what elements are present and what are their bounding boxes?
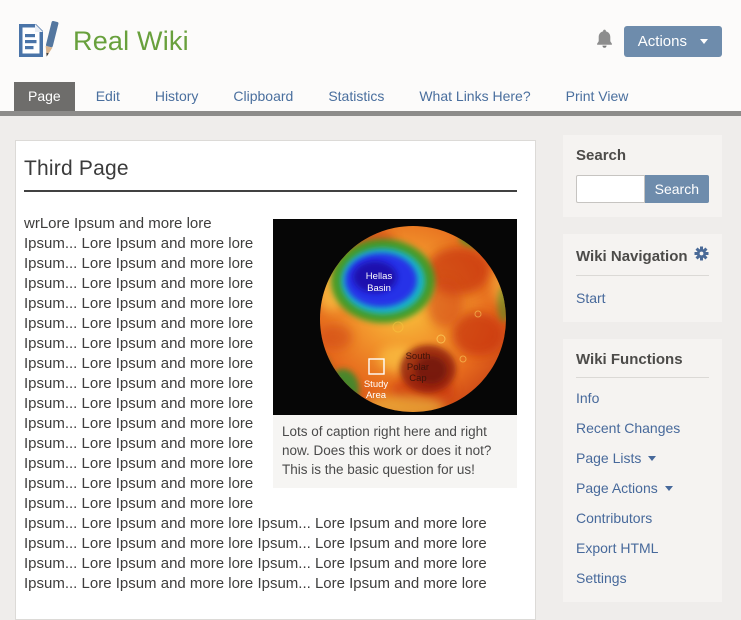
wiki-functions-links: Info Recent Changes Page Lists Page Acti… bbox=[576, 390, 709, 588]
sidebar-function-link-label: Export HTML bbox=[576, 540, 658, 556]
sidebar-function-link[interactable]: Settings bbox=[576, 570, 627, 586]
tab-bar: Page Edit History Clipboard Statistics W… bbox=[0, 82, 741, 111]
sidebar-function-link-label: Page Actions bbox=[576, 480, 658, 496]
article-text-line: Ipsum... Lore Ipsum and more lore bbox=[24, 234, 273, 254]
sidebar-nav-link[interactable]: Start bbox=[576, 290, 606, 306]
article-text-line: Ipsum... Lore Ipsum and more lore bbox=[24, 274, 273, 294]
gear-icon[interactable] bbox=[694, 246, 709, 266]
app-header: Real Wiki Actions bbox=[0, 0, 741, 82]
sidebar-function-link[interactable]: Page Lists bbox=[576, 450, 656, 466]
sidebar: Search Search Wiki Navigation bbox=[563, 135, 722, 619]
chevron-down-icon bbox=[700, 39, 708, 44]
article-text-line: Ipsum... Lore Ipsum and more lore Ipsum.… bbox=[24, 554, 517, 574]
panel-divider bbox=[576, 275, 709, 276]
search-panel-title: Search bbox=[576, 147, 709, 164]
sidebar-function-link[interactable]: Recent Changes bbox=[576, 420, 680, 436]
article-text-line: Ipsum... Lore Ipsum and more lore bbox=[24, 454, 273, 474]
search-button[interactable]: Search bbox=[645, 175, 709, 203]
actions-button[interactable]: Actions bbox=[624, 26, 722, 57]
figure-caption: Lots of caption right here and right now… bbox=[273, 415, 517, 488]
sidebar-function-link-label: Info bbox=[576, 390, 599, 406]
study-area-label-line1: Study bbox=[364, 379, 389, 390]
study-area-label-line2: Area bbox=[366, 390, 387, 401]
article-text-line: Ipsum... Lore Ipsum and more lore bbox=[24, 294, 273, 314]
article-text-column: wrLore Ipsum and more lore Ipsum... Lore… bbox=[24, 214, 273, 514]
tab-clipboard[interactable]: Clipboard bbox=[219, 82, 307, 111]
mars-topography-image: Hellas Basin South Polar Cap Study Area bbox=[273, 219, 517, 415]
mars-figure: Hellas Basin South Polar Cap Study Area … bbox=[273, 219, 517, 514]
wiki-functions-title: Wiki Functions bbox=[576, 351, 683, 368]
tab-page[interactable]: Page bbox=[14, 82, 75, 111]
wiki-functions-panel: Wiki Functions Info Recent Changes Page … bbox=[563, 339, 722, 602]
article-text-line: Ipsum... Lore Ipsum and more lore Ipsum.… bbox=[24, 514, 517, 534]
chevron-down-icon bbox=[648, 456, 656, 461]
search-input[interactable] bbox=[576, 175, 645, 203]
page-title: Third Page bbox=[24, 157, 517, 192]
tab-history[interactable]: History bbox=[141, 82, 213, 111]
sidebar-function-link[interactable]: Contributors bbox=[576, 510, 652, 526]
sidebar-function-link-label: Contributors bbox=[576, 510, 652, 526]
panel-divider bbox=[576, 377, 709, 378]
article-text-full-width: Ipsum... Lore Ipsum and more lore Ipsum.… bbox=[24, 514, 517, 594]
article-text-line: Ipsum... Lore Ipsum and more lore bbox=[24, 494, 273, 514]
notifications-bell-icon[interactable] bbox=[595, 28, 614, 54]
search-panel: Search Search bbox=[563, 135, 722, 217]
sidebar-function-link[interactable]: Export HTML bbox=[576, 540, 658, 556]
tab-what-links-here[interactable]: What Links Here? bbox=[405, 82, 544, 111]
article-text-line: Ipsum... Lore Ipsum and more lore bbox=[24, 334, 273, 354]
article-text-line: Ipsum... Lore Ipsum and more lore bbox=[24, 394, 273, 414]
hellas-basin-label-line1: Hellas bbox=[366, 271, 393, 282]
wiki-document-pencil-icon bbox=[14, 17, 60, 66]
wiki-navigation-panel: Wiki Navigation bbox=[563, 234, 722, 322]
article-text-line: Ipsum... Lore Ipsum and more lore bbox=[24, 314, 273, 334]
hellas-basin-label-line2: Basin bbox=[367, 283, 391, 294]
article-text-line: wrLore Ipsum and more lore bbox=[24, 214, 273, 234]
article-text-line: Ipsum... Lore Ipsum and more lore bbox=[24, 434, 273, 454]
article-text-line: Ipsum... Lore Ipsum and more lore Ipsum.… bbox=[24, 574, 517, 594]
article-text-line: Ipsum... Lore Ipsum and more lore bbox=[24, 354, 273, 374]
sidebar-function-link[interactable]: Page Actions bbox=[576, 480, 673, 496]
tab-print-view[interactable]: Print View bbox=[552, 82, 643, 111]
south-polar-cap-label-line1: South bbox=[406, 351, 431, 362]
south-polar-cap-label-line3: Cap bbox=[409, 373, 426, 384]
sidebar-function-link-label: Page Lists bbox=[576, 450, 641, 466]
actions-button-label: Actions bbox=[638, 33, 687, 50]
app-title: Real Wiki bbox=[73, 26, 189, 57]
tab-edit[interactable]: Edit bbox=[82, 82, 134, 111]
chevron-down-icon bbox=[665, 486, 673, 491]
article-text-line: Ipsum... Lore Ipsum and more lore bbox=[24, 474, 273, 494]
article-text-line: Ipsum... Lore Ipsum and more lore Ipsum.… bbox=[24, 534, 517, 554]
sidebar-function-link-label: Settings bbox=[576, 570, 627, 586]
tab-statistics[interactable]: Statistics bbox=[314, 82, 398, 111]
sidebar-function-link-label: Recent Changes bbox=[576, 420, 680, 436]
article-card: Third Page wrLore Ipsum and more lore Ip… bbox=[15, 140, 536, 620]
article-text-line: Ipsum... Lore Ipsum and more lore bbox=[24, 254, 273, 274]
article-text-line: Ipsum... Lore Ipsum and more lore bbox=[24, 374, 273, 394]
south-polar-cap-label-line2: Polar bbox=[407, 362, 429, 373]
sidebar-function-link[interactable]: Info bbox=[576, 390, 599, 406]
article-text-line: Ipsum... Lore Ipsum and more lore bbox=[24, 414, 273, 434]
wiki-navigation-links: Start bbox=[576, 290, 709, 308]
sidebar-nav-link-label: Start bbox=[576, 290, 606, 306]
app-logo-home-link[interactable]: Real Wiki bbox=[14, 17, 189, 66]
wiki-navigation-title: Wiki Navigation bbox=[576, 248, 688, 265]
